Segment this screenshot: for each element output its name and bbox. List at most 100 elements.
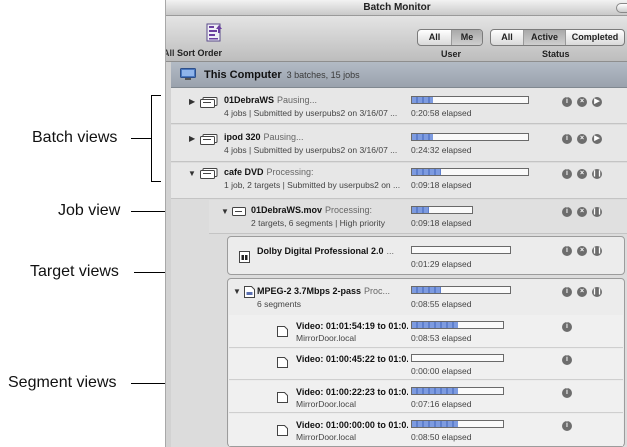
batch-elapsed: 0:09:18 elapsed xyxy=(411,180,472,190)
target-name-text: MPEG-2 3.7Mbps 2-pass xyxy=(257,286,362,296)
target-row-dolby-digital[interactable]: Dolby Digital Professional 2.0... 0:01:2… xyxy=(227,236,625,275)
progress-fill xyxy=(412,169,441,175)
target-progress-bar xyxy=(411,286,511,294)
user-filter-all[interactable]: All xyxy=(418,30,452,45)
batch-row-01debraws[interactable]: ▶ 01DebraWS Pausing... 4 jobs | Submitted… xyxy=(171,88,627,124)
target-status: ... xyxy=(386,246,395,256)
job-progress-bar xyxy=(411,206,473,214)
info-button[interactable]: i xyxy=(562,421,572,431)
batch-progress-bar xyxy=(411,133,529,141)
sort-order-label: Sort Order xyxy=(177,48,223,58)
pause-button[interactable]: ❙❙ xyxy=(592,169,602,179)
progress-fill xyxy=(412,134,433,140)
batch-icon xyxy=(200,97,218,108)
batch-monitor-window: Batch Monitor All Sort Order All Me User… xyxy=(165,0,627,447)
cancel-button[interactable]: × xyxy=(577,169,587,179)
disclosure-open-icon[interactable]: ▼ xyxy=(233,287,241,296)
toolbar: All Sort Order All Me User All Active Co… xyxy=(166,16,627,62)
job-icon xyxy=(232,207,246,216)
info-button[interactable]: i xyxy=(562,246,572,256)
pause-button[interactable]: ❙❙ xyxy=(592,207,602,217)
disclosure-open-icon[interactable]: ▼ xyxy=(221,207,229,216)
cancel-button[interactable]: × xyxy=(577,246,587,256)
batch-info: 1 job, 2 targets | Submitted by userpubs… xyxy=(224,180,401,190)
user-filter-label: User xyxy=(441,49,462,59)
batch-info: 4 jobs | Submitted by userpubs2 on 3/16/… xyxy=(224,108,398,118)
info-button[interactable]: i xyxy=(562,388,572,398)
batch-progress-bar xyxy=(411,168,529,176)
segment-elapsed: 0:08:50 elapsed xyxy=(411,432,472,442)
batch-row-ipod-320[interactable]: ▶ ipod 320 Pausing... 4 jobs | Submitted … xyxy=(171,125,627,162)
pause-button[interactable]: ❙❙ xyxy=(592,246,602,256)
callout-job-view: Job view xyxy=(58,202,121,219)
progress-fill xyxy=(412,207,429,213)
target-info: 6 segments xyxy=(257,299,301,309)
target-status: Proc... xyxy=(364,286,391,296)
segment-row[interactable]: Video: 01:01:54:19 to 01:0... MirrorDoor… xyxy=(229,315,623,348)
callout-segment-views: Segment views xyxy=(8,374,117,391)
pause-button[interactable]: ❙❙ xyxy=(592,287,602,297)
batch-row-cafe-dvd[interactable]: ▼ cafe DVD Processing: 1 job, 2 targets |… xyxy=(171,163,627,199)
resume-button[interactable]: ▶ xyxy=(592,134,602,144)
sort-order-icon[interactable] xyxy=(206,23,223,42)
progress-fill xyxy=(412,421,458,427)
segment-host: MirrorDoor.local xyxy=(296,432,356,442)
info-button[interactable]: i xyxy=(562,134,572,144)
status-filter[interactable]: All Active Completed xyxy=(490,29,625,46)
batch-elapsed: 0:24:32 elapsed xyxy=(411,145,472,155)
group-title-text: This Computer xyxy=(204,69,282,81)
status-filter-active[interactable]: Active xyxy=(524,30,566,45)
segment-row[interactable]: Video: 01:00:22:23 to 01:0... MirrorDoor… xyxy=(229,381,623,413)
toolbar-toggle-button[interactable] xyxy=(616,3,627,13)
batch-status: Pausing... xyxy=(277,95,318,105)
group-header-this-computer[interactable]: This Computer 3 batches, 15 jobs xyxy=(171,62,627,88)
disclosure-closed-icon[interactable]: ▶ xyxy=(189,134,195,143)
cancel-button[interactable]: × xyxy=(577,207,587,217)
segment-name: Video: 01:00:45:22 to 01:0... xyxy=(296,354,408,364)
segment-icon xyxy=(277,357,288,368)
all-label[interactable]: All xyxy=(166,48,175,58)
info-button[interactable]: i xyxy=(562,169,572,179)
target-elapsed: 0:01:29 elapsed xyxy=(411,259,472,269)
segment-host: MirrorDoor.local xyxy=(296,333,356,343)
info-button[interactable]: i xyxy=(562,322,572,332)
batch-name: ipod 320 Pausing... xyxy=(224,132,404,142)
user-filter-me[interactable]: Me xyxy=(452,30,482,45)
callout-batch-leader xyxy=(131,138,151,139)
job-row-01debraws-mov[interactable]: ▼ 01DebraWS.mov Processing: 2 targets, 6 … xyxy=(209,200,627,234)
batch-name-text: 01DebraWS xyxy=(224,95,275,105)
status-filter-label: Status xyxy=(542,49,570,59)
segment-icon xyxy=(277,425,288,436)
cancel-button[interactable]: × xyxy=(577,97,587,107)
batch-name-text: ipod 320 xyxy=(224,132,261,142)
segment-progress-bar xyxy=(411,420,504,428)
segment-name: Video: 01:00:22:23 to 01:0... xyxy=(296,387,408,397)
dolby-target-icon xyxy=(239,251,250,263)
segment-progress-bar xyxy=(411,354,504,362)
status-filter-all[interactable]: All xyxy=(491,30,524,45)
segment-row[interactable]: Video: 01:00:45:22 to 01:0... 0:00:00 el… xyxy=(229,349,623,380)
cancel-button[interactable]: × xyxy=(577,134,587,144)
status-filter-completed[interactable]: Completed xyxy=(566,30,624,45)
info-button[interactable]: i xyxy=(562,355,572,365)
title-bar: Batch Monitor xyxy=(166,0,627,16)
user-filter[interactable]: All Me xyxy=(417,29,483,46)
resume-button[interactable]: ▶ xyxy=(592,97,602,107)
segment-elapsed: 0:08:53 elapsed xyxy=(411,333,472,343)
target-elapsed: 0:08:55 elapsed xyxy=(411,299,472,309)
job-elapsed: 0:09:18 elapsed xyxy=(411,218,472,228)
segment-name: Video: 01:00:00:00 to 01:0... xyxy=(296,420,408,430)
disclosure-open-icon[interactable]: ▼ xyxy=(188,169,196,178)
target-name: Dolby Digital Professional 2.0... xyxy=(257,246,403,256)
cancel-button[interactable]: × xyxy=(577,287,587,297)
info-button[interactable]: i xyxy=(562,97,572,107)
segment-row[interactable]: Video: 01:00:00:00 to 01:0... MirrorDoor… xyxy=(229,414,623,446)
disclosure-closed-icon[interactable]: ▶ xyxy=(189,97,195,106)
target-row-mpeg2[interactable]: ▼ MPEG-2 3.7Mbps 2-pass Proc... 6 segment… xyxy=(227,278,625,447)
segment-name: Video: 01:01:54:19 to 01:0... xyxy=(296,321,408,331)
batch-elapsed: 0:20:58 elapsed xyxy=(411,108,472,118)
info-button[interactable]: i xyxy=(562,287,572,297)
segment-progress-bar xyxy=(411,321,504,329)
info-button[interactable]: i xyxy=(562,207,572,217)
job-name: 01DebraWS.mov Processing: xyxy=(251,205,401,215)
